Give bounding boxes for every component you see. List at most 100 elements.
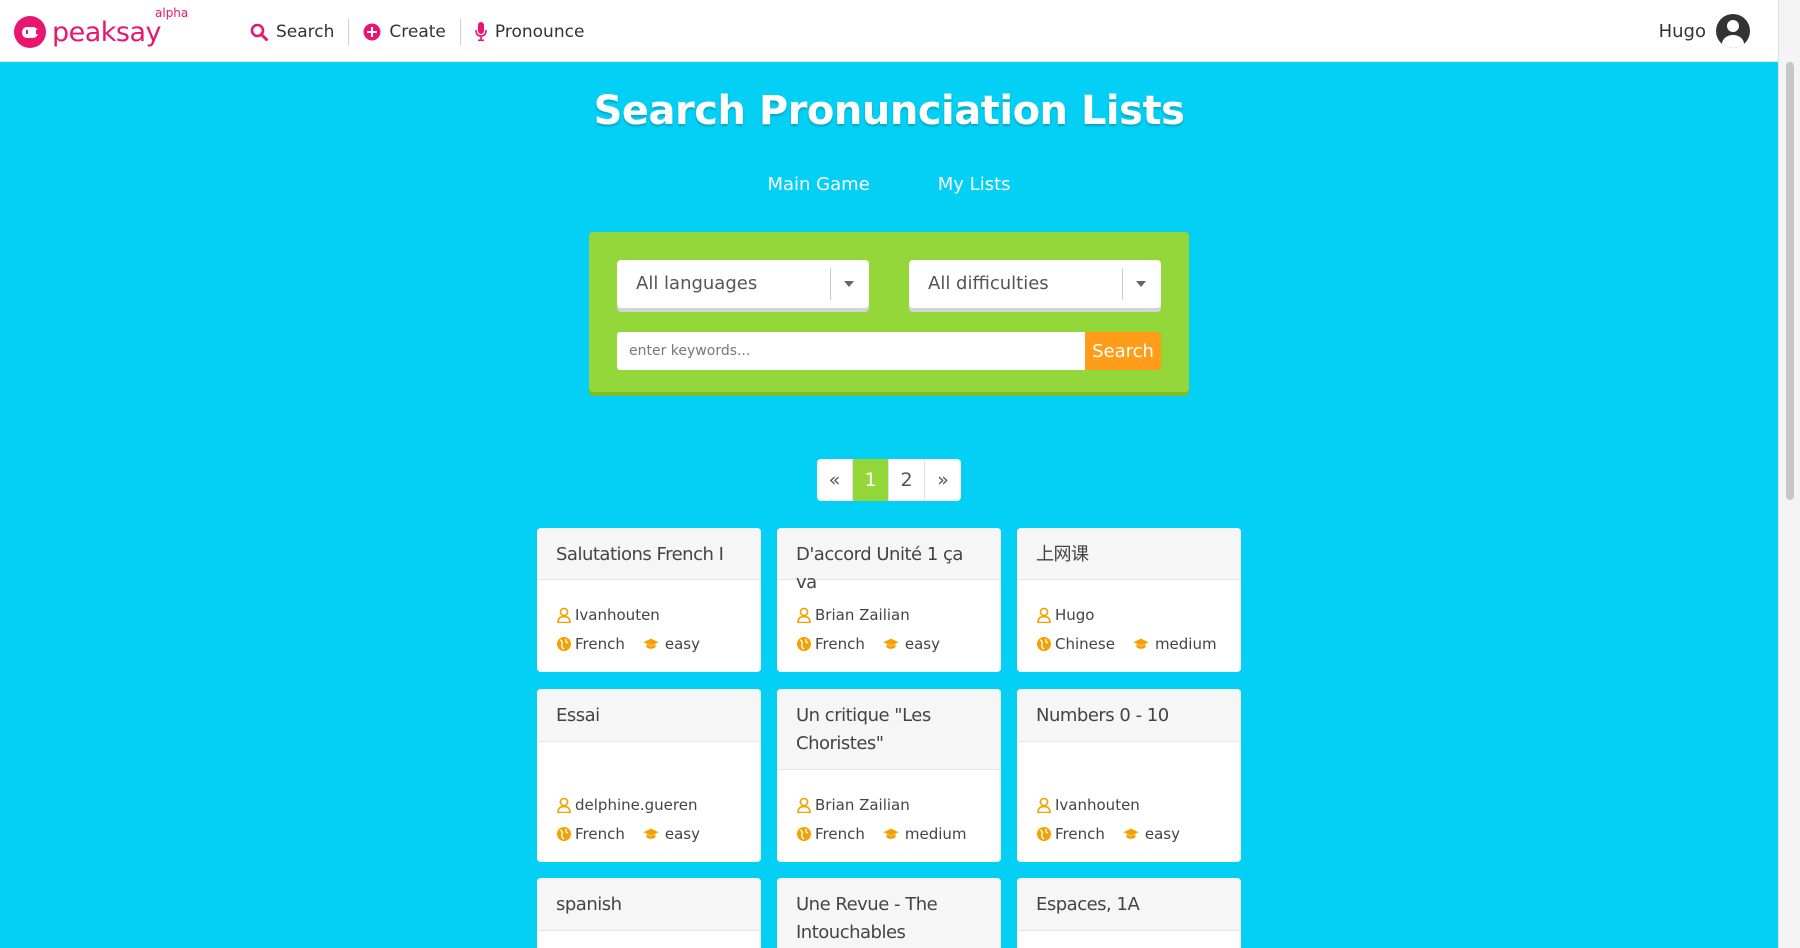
main-game-link[interactable]: Main Game (767, 174, 869, 195)
card-body: delphine.gueren French easy (537, 786, 761, 862)
user-icon (1036, 797, 1052, 813)
card-title: Une Revue - The Intouchables (777, 878, 1001, 948)
language-select-value: All languages (636, 273, 758, 294)
sub-nav: Main Game My Lists (0, 174, 1778, 195)
nav-create[interactable]: Create (349, 18, 460, 46)
card-title: Numbers 0 - 10 (1017, 689, 1241, 742)
card-difficulty: easy (664, 635, 700, 653)
list-card[interactable]: Numbers 0 - 10 Ivanhouten French easy (1017, 689, 1241, 862)
alpha-badge: alpha (155, 6, 189, 20)
card-title: Un critique "Les Choristes" (777, 689, 1001, 770)
card-author-line: Brian Zailian (796, 795, 982, 815)
card-author-line: delphine.gueren (556, 795, 742, 815)
card-author: Brian Zailian (815, 606, 910, 624)
card-author: Hugo (1055, 606, 1095, 624)
card-language: French (1055, 825, 1105, 843)
card-difficulty: medium (904, 825, 967, 843)
list-card[interactable]: spanish (537, 878, 761, 948)
card-difficulty: easy (1144, 825, 1180, 843)
card-author: Ivanhouten (575, 606, 660, 624)
user-icon (556, 797, 572, 813)
list-card[interactable]: Salutations French I Ivanhouten French e… (537, 528, 761, 672)
globe-icon (556, 826, 572, 842)
card-author-line: Ivanhouten (1036, 795, 1222, 815)
globe-icon (1036, 636, 1052, 652)
card-body: Brian Zailian French easy (777, 596, 1001, 672)
card-meta-line: Chinese medium (1036, 634, 1222, 654)
card-language: Chinese (1055, 635, 1115, 653)
pagination: « 1 2 » (817, 459, 961, 501)
pagination-next[interactable]: » (925, 459, 961, 501)
nav-search-label: Search (276, 22, 335, 42)
my-lists-link[interactable]: My Lists (938, 174, 1011, 195)
search-icon (250, 23, 268, 41)
card-body: Ivanhouten French easy (1017, 786, 1241, 862)
card-author: delphine.gueren (575, 796, 698, 814)
list-card[interactable]: Espaces, 1A (1017, 878, 1241, 948)
logo-mark-icon (14, 16, 46, 48)
globe-icon (1036, 826, 1052, 842)
user-icon (1036, 607, 1052, 623)
card-difficulty: easy (664, 825, 700, 843)
card-meta-line: French easy (796, 634, 982, 654)
nav-pronounce-label: Pronounce (494, 22, 585, 42)
vertical-scrollbar[interactable] (1778, 0, 1800, 948)
card-title: D'accord Unité 1 ça va (777, 528, 1001, 593)
microphone-icon (475, 22, 487, 42)
card-meta-line: French easy (556, 824, 742, 844)
card-title: Essai (537, 689, 761, 742)
list-card[interactable]: Essai delphine.gueren French easy (537, 689, 761, 862)
card-title: Espaces, 1A (1017, 878, 1241, 931)
chevron-down-icon (1136, 281, 1146, 287)
user-avatar-icon (1716, 14, 1750, 48)
pagination-prev[interactable]: « (817, 459, 853, 501)
card-language: French (575, 825, 625, 843)
user-icon (556, 607, 572, 623)
list-card[interactable]: Une Revue - The Intouchables (777, 878, 1001, 948)
user-icon (796, 607, 812, 623)
logo[interactable]: peaksay (14, 16, 162, 48)
select-divider (1122, 268, 1123, 300)
scrollbar-thumb[interactable] (1786, 62, 1794, 500)
globe-icon (796, 636, 812, 652)
graduation-cap-icon (643, 826, 659, 842)
card-language: French (815, 635, 865, 653)
main-nav: Search Create Pronounce (246, 18, 598, 46)
language-select[interactable]: All languages (617, 260, 869, 308)
card-language: French (815, 825, 865, 843)
nav-search[interactable]: Search (246, 18, 348, 46)
globe-icon (796, 826, 812, 842)
card-meta-line: French easy (556, 634, 742, 654)
logo-text: peaksay (52, 16, 162, 48)
list-card[interactable]: Un critique "Les Choristes" Brian Zailia… (777, 689, 1001, 862)
list-card[interactable]: 上网课 Hugo Chinese medium (1017, 528, 1241, 672)
card-author-line: Hugo (1036, 605, 1222, 625)
graduation-cap-icon (883, 636, 899, 652)
top-navbar: peaksay alpha Search Create Pronounce Hu… (0, 0, 1778, 62)
card-difficulty: easy (904, 635, 940, 653)
card-author-line: Brian Zailian (796, 605, 982, 625)
difficulty-select[interactable]: All difficulties (909, 260, 1161, 308)
pagination-page-1[interactable]: 1 (853, 459, 889, 501)
card-author-line: Ivanhouten (556, 605, 742, 625)
keywords-input[interactable] (617, 332, 1085, 370)
pagination-page-2[interactable]: 2 (889, 459, 925, 501)
graduation-cap-icon (1123, 826, 1139, 842)
card-author: Brian Zailian (815, 796, 910, 814)
search-panel: All languages All difficulties Search (589, 232, 1189, 392)
card-author: Ivanhouten (1055, 796, 1140, 814)
select-divider (830, 268, 831, 300)
page-title: Search Pronunciation Lists (593, 88, 1185, 134)
card-body: Brian Zailian French medium (777, 786, 1001, 862)
card-body: Hugo Chinese medium (1017, 596, 1241, 672)
search-button[interactable]: Search (1085, 332, 1161, 370)
chevron-down-icon (844, 281, 854, 287)
user-menu[interactable]: Hugo (1659, 14, 1750, 48)
nav-pronounce[interactable]: Pronounce (461, 18, 599, 46)
plus-circle-icon (363, 23, 381, 41)
card-title: Salutations French I (537, 528, 761, 580)
globe-icon (556, 636, 572, 652)
list-card[interactable]: D'accord Unité 1 ça va Brian Zailian Fre… (777, 528, 1001, 672)
card-title: spanish (537, 878, 761, 931)
main-content: Search Pronunciation Lists Main Game My … (0, 62, 1778, 948)
